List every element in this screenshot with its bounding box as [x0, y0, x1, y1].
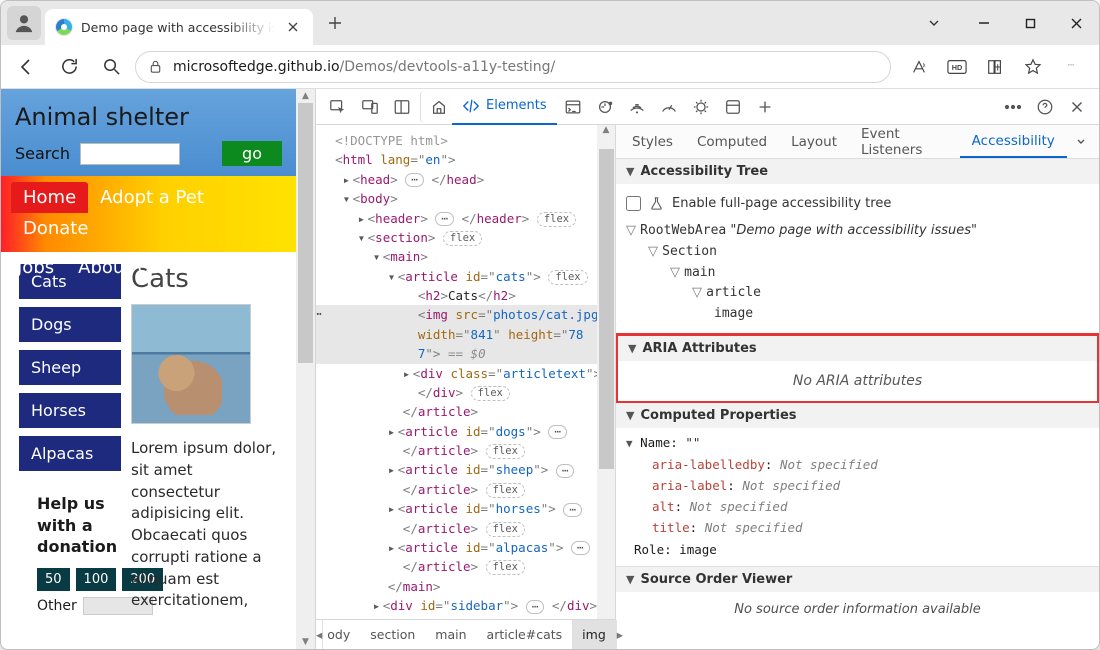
- panel-tabs-overflow[interactable]: [1067, 136, 1095, 148]
- search-input[interactable]: [80, 143, 180, 165]
- address-bar[interactable]: microsoftedge.github.io/Demos/devtools-a…: [135, 51, 891, 83]
- close-tab-button[interactable]: [283, 17, 303, 37]
- devtools-toolbar: Elements: [316, 89, 1099, 125]
- tab-elements[interactable]: Elements: [452, 89, 557, 125]
- tab-event-listeners[interactable]: Event Listeners: [849, 125, 960, 158]
- order-header[interactable]: Source Order Viewer: [640, 572, 792, 587]
- sidenav-dogs[interactable]: Dogs: [19, 307, 121, 342]
- tab-computed[interactable]: Computed: [685, 125, 779, 158]
- svg-text:HD: HD: [952, 63, 963, 72]
- tab-accessibility[interactable]: Accessibility: [960, 125, 1067, 158]
- search-button[interactable]: [93, 49, 129, 85]
- section-aria-attributes: ▼ARIA Attributes No ARIA attributes: [616, 333, 1099, 404]
- side-panel: Styles Computed Layout Event Listeners A…: [616, 125, 1099, 649]
- new-tab-button[interactable]: [318, 6, 352, 40]
- more-tabs-icon[interactable]: [749, 91, 781, 123]
- refresh-button[interactable]: [51, 49, 87, 85]
- tab-styles[interactable]: Styles: [620, 125, 685, 158]
- sources-icon[interactable]: [589, 91, 621, 123]
- crumb-scroll-right[interactable]: ▸: [616, 620, 623, 649]
- application-icon[interactable]: [717, 91, 749, 123]
- devtools-more-icon[interactable]: [997, 91, 1029, 123]
- sidenav-sheep[interactable]: Sheep: [19, 350, 121, 385]
- chip-100[interactable]: 100: [76, 568, 117, 591]
- computed-header[interactable]: Computed Properties: [640, 408, 796, 423]
- browser-window: Demo page with accessibility issues micr…: [0, 0, 1100, 650]
- dom-tree[interactable]: <!DOCTYPE html> <html lang="en"> ▸<head>…: [316, 125, 615, 619]
- fullpage-checkbox[interactable]: [626, 196, 641, 211]
- browser-tab[interactable]: Demo page with accessibility issues: [45, 9, 313, 45]
- nav-donate[interactable]: Donate: [11, 213, 100, 244]
- dom-scrollbar[interactable]: ▲: [597, 125, 615, 619]
- sidenav-horses[interactable]: Horses: [19, 393, 121, 428]
- read-aloud-icon[interactable]: [901, 49, 937, 85]
- back-button[interactable]: [9, 49, 45, 85]
- browser-toolbar: microsoftedge.github.io/Demos/devtools-a…: [1, 45, 1099, 89]
- page-viewport: Animal shelter Search go Home Adopt a Pe…: [1, 89, 296, 649]
- breadcrumb: ◂ ody section main article#cats img ▸: [316, 619, 615, 649]
- devtools: Elements <!DOCTYPE html> <htm: [315, 89, 1099, 649]
- order-empty: No source order information available: [616, 592, 1099, 627]
- more-icon[interactable]: [1053, 49, 1089, 85]
- minimize-button[interactable]: [961, 1, 1007, 45]
- collections-icon[interactable]: [977, 49, 1013, 85]
- fullpage-label: Enable full-page accessibility tree: [672, 196, 891, 211]
- dom-panel: <!DOCTYPE html> <html lang="en"> ▸<head>…: [316, 125, 616, 649]
- lock-icon: [148, 59, 163, 74]
- performance-icon[interactable]: [653, 91, 685, 123]
- close-window-button[interactable]: [1053, 1, 1099, 45]
- cat-image: [131, 304, 251, 424]
- help-heading: Help uswith adonation: [37, 493, 121, 558]
- device-icon[interactable]: [354, 91, 386, 123]
- window-controls: [911, 1, 1099, 45]
- title-bar: Demo page with accessibility issues: [1, 1, 1099, 45]
- tree-header[interactable]: Accessibility Tree: [640, 164, 768, 179]
- section-computed-properties: ▼Computed Properties ▼ Name: "" aria-lab…: [616, 403, 1099, 567]
- help-icon[interactable]: [1029, 91, 1061, 123]
- other-label: Other: [37, 598, 77, 614]
- crumb-article[interactable]: article#cats: [477, 620, 573, 649]
- page-title: Animal shelter: [15, 103, 282, 131]
- crumb-scroll-left[interactable]: ◂: [316, 620, 323, 649]
- search-label: Search: [15, 144, 70, 163]
- maximize-button[interactable]: [1007, 1, 1053, 45]
- aria-empty: No ARIA attributes: [618, 361, 1097, 401]
- welcome-icon[interactable]: [420, 91, 452, 123]
- section-source-order: ▼Source Order Viewer No source order inf…: [616, 567, 1099, 627]
- network-icon[interactable]: [621, 91, 653, 123]
- nav-adopt[interactable]: Adopt a Pet: [88, 182, 216, 213]
- dock-icon[interactable]: [386, 91, 418, 123]
- favorite-icon[interactable]: [1015, 49, 1051, 85]
- tab-layout[interactable]: Layout: [779, 125, 849, 158]
- sidenav-alpacas[interactable]: Alpacas: [19, 436, 121, 471]
- crumb-img[interactable]: img: [572, 620, 616, 649]
- section-accessibility-tree: ▼Accessibility Tree Enable full-page acc…: [616, 159, 1099, 334]
- go-button[interactable]: go: [222, 141, 282, 166]
- chip-50[interactable]: 50: [37, 568, 70, 591]
- hd-icon[interactable]: HD: [939, 49, 975, 85]
- flask-icon: [649, 196, 664, 211]
- memory-icon[interactable]: [685, 91, 717, 123]
- nav-about[interactable]: About Us: [66, 252, 172, 283]
- page-scrollbar[interactable]: ▲ ▼: [296, 89, 315, 649]
- panel-tabs: Styles Computed Layout Event Listeners A…: [616, 125, 1099, 159]
- url-text: microsoftedge.github.io/Demos/devtools-a…: [173, 59, 555, 75]
- crumb-body[interactable]: ody: [323, 620, 360, 649]
- crumb-main[interactable]: main: [425, 620, 476, 649]
- inspect-icon[interactable]: [322, 91, 354, 123]
- aria-header[interactable]: ARIA Attributes: [642, 341, 756, 356]
- nav-home[interactable]: Home: [11, 182, 88, 213]
- profile-button[interactable]: [7, 6, 41, 40]
- nav-jobs[interactable]: Jobs: [11, 252, 66, 283]
- edge-favicon-icon: [55, 18, 73, 36]
- close-devtools-icon[interactable]: [1061, 91, 1093, 123]
- side-navigation: Cats Dogs Sheep Horses Alpacas Help uswi…: [1, 264, 121, 615]
- tab-title: Demo page with accessibility issues: [81, 20, 275, 35]
- chevron-down-icon[interactable]: [911, 1, 957, 45]
- lorem-text: Lorem ipsum dolor, sit amet consectetur …: [131, 438, 286, 612]
- crumb-section[interactable]: section: [360, 620, 425, 649]
- console-icon[interactable]: [557, 91, 589, 123]
